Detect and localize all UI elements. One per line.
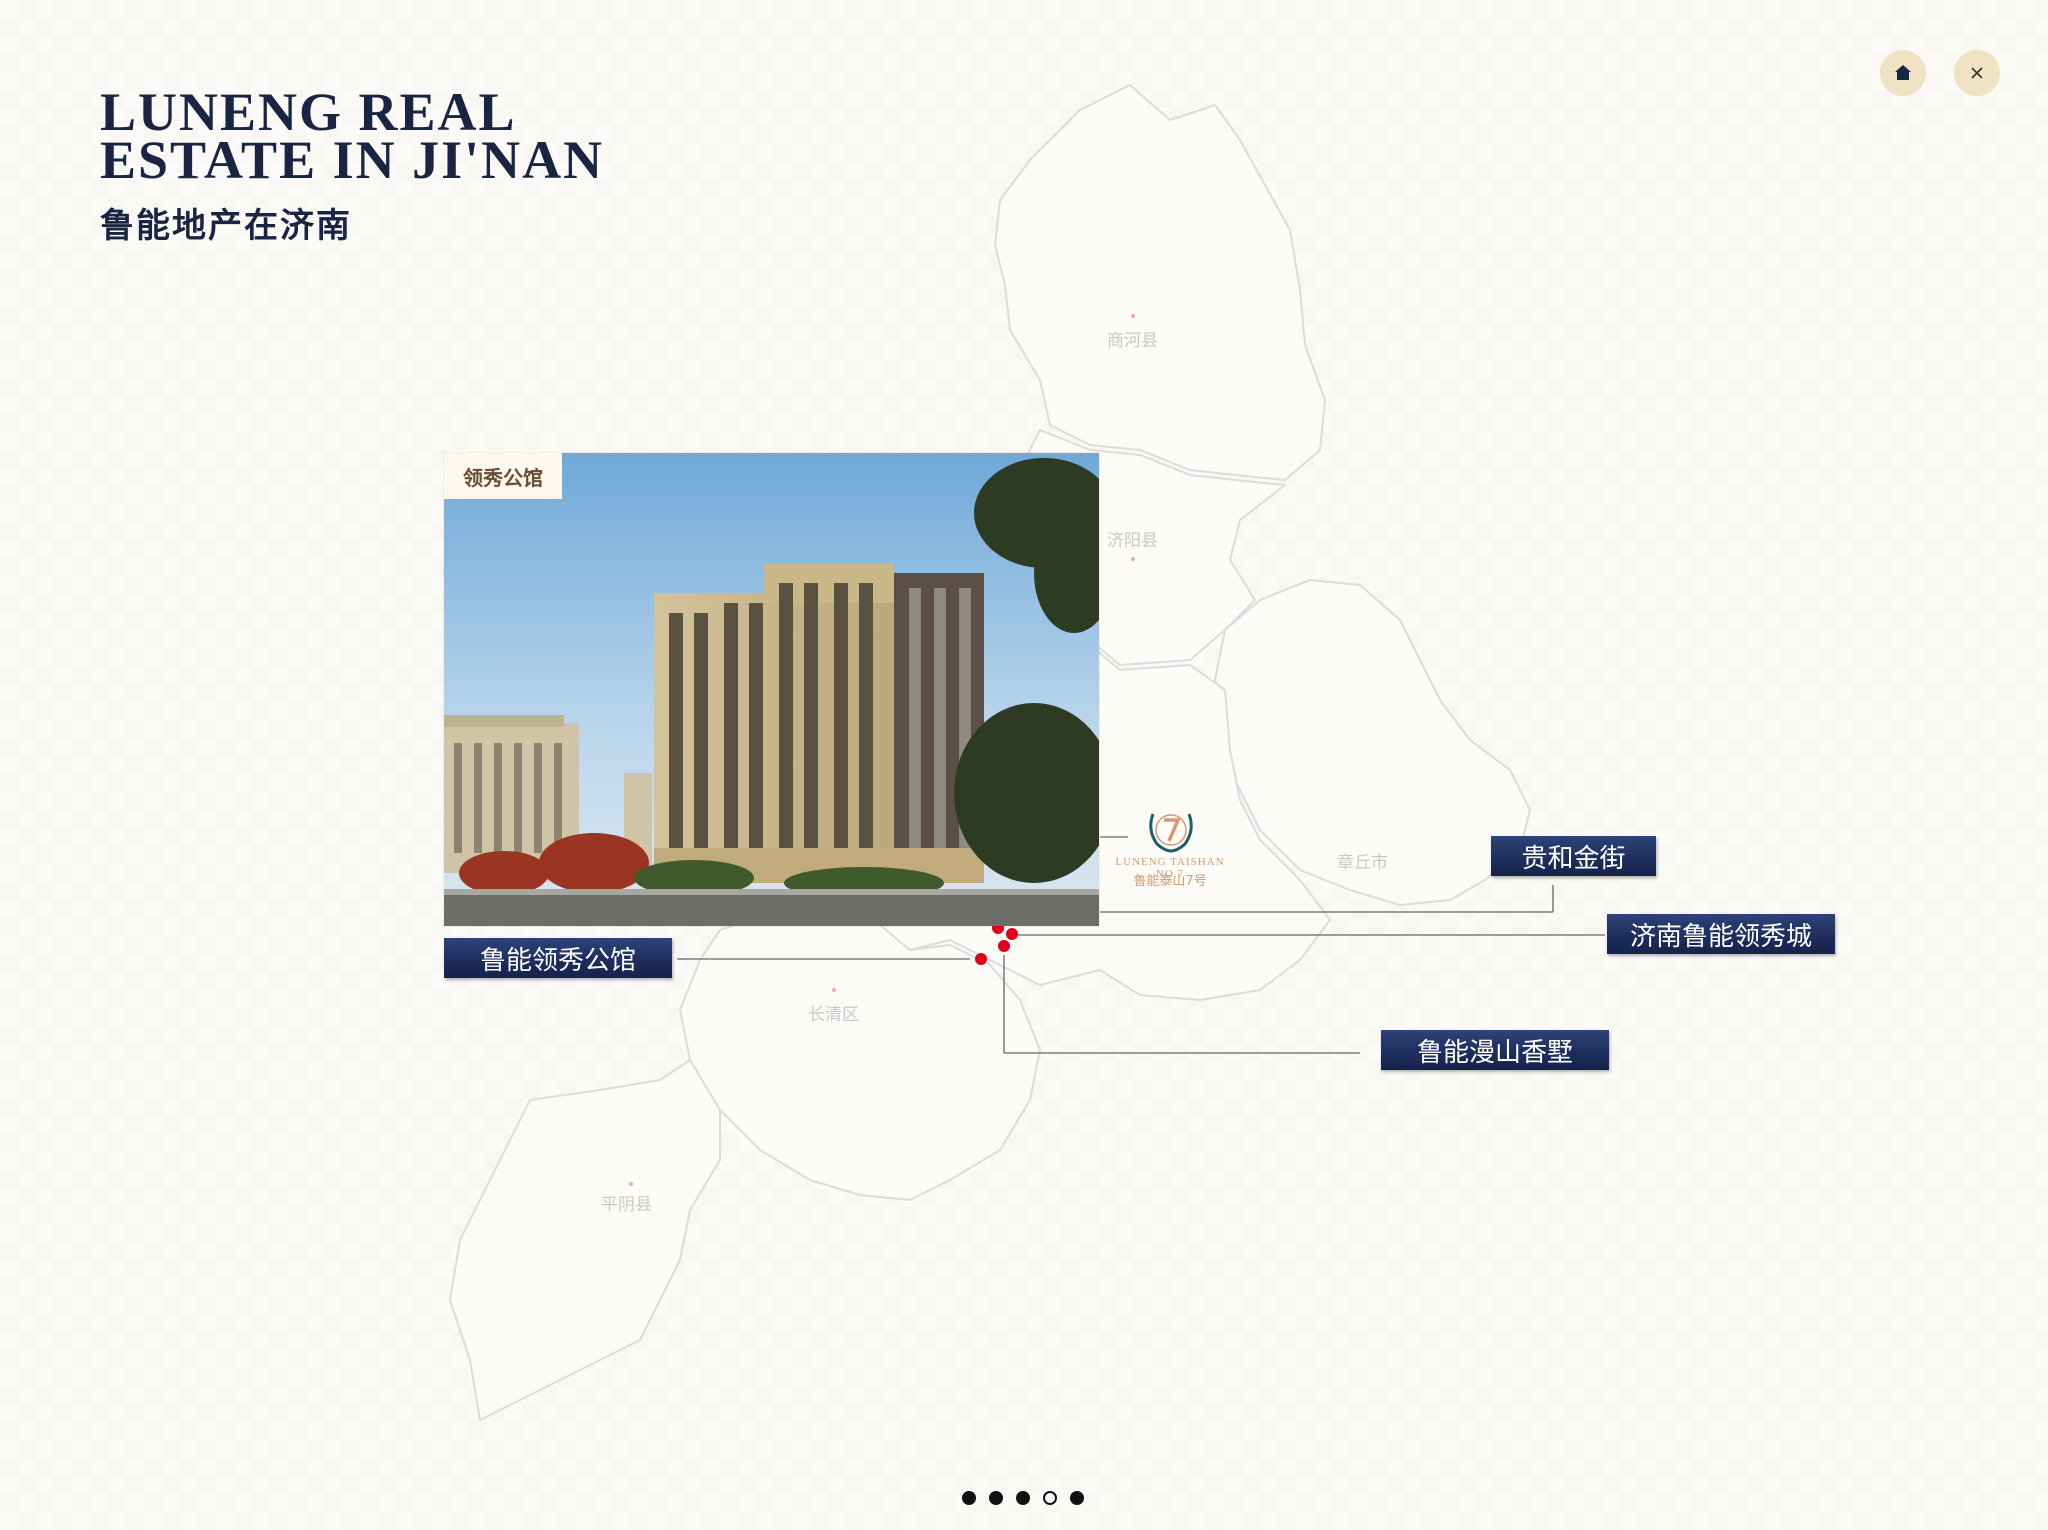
laurel-emblem <box>1149 813 1193 853</box>
map-marker[interactable] <box>1006 928 1018 940</box>
page-dot-2[interactable] <box>989 1491 1003 1505</box>
callout-manshan-xiangshu[interactable]: 鲁能漫山香墅 <box>1381 1030 1609 1070</box>
page-dot-3[interactable] <box>1016 1491 1030 1505</box>
map-marker[interactable] <box>975 953 987 965</box>
page-dot-5[interactable] <box>1070 1491 1084 1505</box>
building-image <box>444 453 1099 926</box>
page-indicator <box>962 1491 1084 1505</box>
photo-logo-text: 领秀公馆 <box>463 465 543 490</box>
page-dot-1[interactable] <box>962 1491 976 1505</box>
callout-jinan-lingxiu-cheng[interactable]: 济南鲁能领秀城 <box>1607 914 1835 954</box>
callout-guihe-jinjie[interactable]: 贵和金街 <box>1491 836 1656 876</box>
project-logo: LUNENG TAISHAN NO.7 鲁能泰山7号 <box>1100 800 1240 890</box>
photo-logo: 领秀公馆 <box>444 453 562 499</box>
project-logo-zh: 鲁能泰山7号 <box>1133 874 1207 889</box>
callout-lingxiu-gongguan[interactable]: 鲁能领秀公馆 <box>444 938 672 978</box>
project-photo: 领秀公馆 <box>444 453 1099 926</box>
page-dot-4-active[interactable] <box>1043 1491 1057 1505</box>
map-marker[interactable] <box>998 940 1010 952</box>
